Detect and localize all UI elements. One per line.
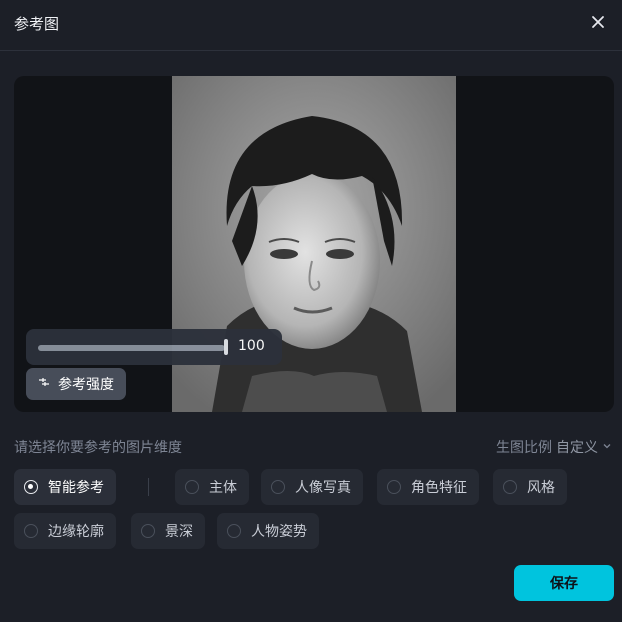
option-depth-of-field[interactable]: 景深: [131, 513, 205, 549]
option-character-features[interactable]: 角色特征: [377, 469, 479, 505]
option-label: 景深: [165, 524, 193, 540]
option-smart-reference[interactable]: 智能参考: [14, 469, 116, 505]
option-label: 主体: [209, 480, 237, 496]
dimension-hint: 请选择你要参考的图片维度: [14, 440, 182, 456]
strength-slider-thumb[interactable]: [224, 339, 228, 355]
radio-icon: [271, 480, 285, 494]
chevron-down-icon: [602, 439, 612, 455]
close-icon[interactable]: [588, 12, 608, 32]
ratio-value: 自定义: [556, 440, 598, 456]
strength-slider-panel: 100: [26, 329, 282, 365]
option-edge-contour[interactable]: 边缘轮廓: [14, 513, 116, 549]
option-label: 人像写真: [295, 480, 351, 496]
radio-icon: [387, 480, 401, 494]
radio-icon: [185, 480, 199, 494]
ratio-selector[interactable]: 生图比例 自定义: [496, 437, 612, 457]
strength-button[interactable]: 参考强度: [26, 368, 126, 400]
strength-slider[interactable]: [38, 345, 225, 351]
strength-value: 100: [238, 338, 265, 354]
ratio-label: 生图比例: [496, 440, 552, 456]
option-divider: [148, 478, 149, 496]
radio-icon: [24, 524, 38, 538]
option-portrait[interactable]: 人像写真: [261, 469, 363, 505]
radio-icon: [503, 480, 517, 494]
strength-button-label: 参考强度: [58, 377, 114, 393]
option-label: 人物姿势: [251, 524, 307, 540]
dialog-title: 参考图: [14, 15, 60, 33]
radio-icon: [141, 524, 155, 538]
save-button[interactable]: 保存: [514, 565, 614, 601]
reference-image-preview: 100 参考强度: [14, 76, 614, 412]
radio-icon: [227, 524, 241, 538]
dialog-header: 参考图: [0, 0, 622, 51]
option-label: 智能参考: [48, 480, 104, 496]
option-subject[interactable]: 主体: [175, 469, 249, 505]
radio-icon: [24, 480, 38, 494]
option-label: 边缘轮廓: [48, 524, 104, 540]
option-label: 风格: [527, 480, 555, 496]
adjust-icon: [38, 376, 50, 392]
option-pose[interactable]: 人物姿势: [217, 513, 319, 549]
strength-slider-fill: [38, 345, 225, 351]
option-style[interactable]: 风格: [493, 469, 567, 505]
option-label: 角色特征: [411, 480, 467, 496]
